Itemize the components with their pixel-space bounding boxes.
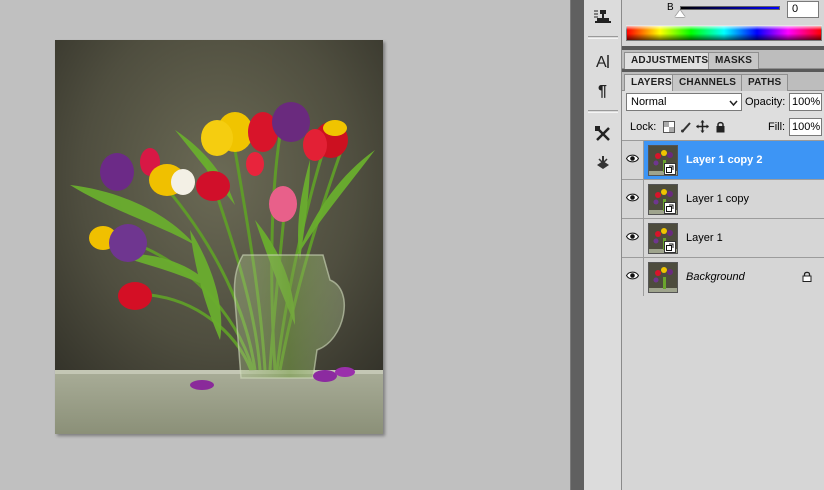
smart-object-link-icon bbox=[664, 202, 676, 214]
blue-channel-label: B bbox=[667, 2, 674, 13]
layer-row[interactable]: Layer 1 copy 2 bbox=[622, 141, 824, 180]
panel-gutter bbox=[570, 0, 584, 490]
tab-layers[interactable]: LAYERS bbox=[624, 74, 679, 92]
visibility-toggle[interactable] bbox=[622, 141, 644, 179]
layer-name[interactable]: Layer 1 copy bbox=[686, 193, 749, 205]
fill-input[interactable]: 100% bbox=[789, 118, 822, 136]
smart-object-link-icon bbox=[664, 241, 676, 253]
layers-tab-row: LAYERS CHANNELS PATHS bbox=[622, 72, 824, 92]
dock-separator bbox=[588, 110, 618, 113]
lock-transparent-pixels-icon[interactable] bbox=[662, 120, 675, 133]
lock-position-icon[interactable] bbox=[696, 120, 709, 133]
opacity-input[interactable]: 100% bbox=[789, 93, 822, 111]
lock-label: Lock: bbox=[630, 121, 657, 133]
adjustments-tab-row: ADJUSTMENTS MASKS bbox=[622, 50, 824, 70]
brush-presets-icon[interactable] bbox=[590, 153, 616, 175]
layer-row[interactable]: Background bbox=[622, 258, 824, 297]
visibility-toggle[interactable] bbox=[622, 258, 644, 296]
layers-empty-area[interactable] bbox=[622, 296, 824, 490]
layers-controls: Normal Opacity: 100% Lock: Fill: 100% bbox=[622, 91, 824, 143]
svg-text:¶: ¶ bbox=[598, 83, 607, 99]
svg-text:A: A bbox=[596, 54, 607, 70]
eye-icon bbox=[625, 232, 640, 244]
character-icon[interactable]: A bbox=[590, 50, 616, 72]
blue-channel-value[interactable]: 0 bbox=[787, 1, 819, 18]
document-canvas-area[interactable] bbox=[0, 0, 570, 490]
lock-image-pixels-icon[interactable] bbox=[679, 120, 692, 133]
blend-mode-select[interactable]: Normal bbox=[626, 93, 742, 111]
tab-paths[interactable]: PATHS bbox=[741, 74, 789, 91]
blue-channel-slider[interactable] bbox=[680, 6, 780, 10]
fill-label: Fill: bbox=[768, 121, 786, 133]
layer-name[interactable]: Layer 1 bbox=[686, 232, 723, 244]
tool-presets-icon[interactable] bbox=[590, 123, 616, 145]
paragraph-icon[interactable]: ¶ bbox=[590, 79, 616, 101]
color-panel: B 0 bbox=[622, 0, 824, 46]
tab-masks[interactable]: MASKS bbox=[708, 52, 760, 69]
eye-icon bbox=[625, 271, 640, 283]
clone-source-icon[interactable] bbox=[590, 6, 616, 28]
eye-icon bbox=[625, 193, 640, 205]
tab-adjustments[interactable]: ADJUSTMENTS bbox=[624, 52, 716, 70]
layer-name[interactable]: Background bbox=[686, 271, 745, 283]
panels-column: B 0 ADJUSTMENTS MASKS LAYERS CHANNELS PA… bbox=[622, 0, 824, 490]
document-image[interactable] bbox=[55, 40, 383, 434]
blend-mode-value: Normal bbox=[631, 96, 667, 108]
chevron-down-icon bbox=[729, 98, 738, 110]
layer-name[interactable]: Layer 1 copy 2 bbox=[686, 154, 762, 166]
opacity-label: Opacity: bbox=[745, 96, 786, 108]
layer-row[interactable]: Layer 1 bbox=[622, 219, 824, 258]
tulips-photo bbox=[55, 40, 383, 434]
color-spectrum-highlight bbox=[626, 25, 822, 30]
eye-icon bbox=[625, 154, 640, 166]
layers-list: Layer 1 copy 2 Layer 1 copy Layer 1 Back… bbox=[622, 140, 824, 297]
lock-all-icon[interactable] bbox=[714, 120, 727, 133]
dock-separator bbox=[588, 36, 618, 39]
blue-slider-thumb-icon[interactable] bbox=[675, 10, 685, 17]
panel-icon-dock: A ¶ bbox=[584, 0, 622, 490]
layer-thumbnail bbox=[648, 262, 678, 293]
layer-row[interactable]: Layer 1 copy bbox=[622, 180, 824, 219]
tab-channels[interactable]: CHANNELS bbox=[672, 74, 744, 91]
visibility-toggle[interactable] bbox=[622, 180, 644, 218]
visibility-toggle[interactable] bbox=[622, 219, 644, 257]
smart-object-link-icon bbox=[664, 163, 676, 175]
lock-icon bbox=[802, 271, 812, 285]
